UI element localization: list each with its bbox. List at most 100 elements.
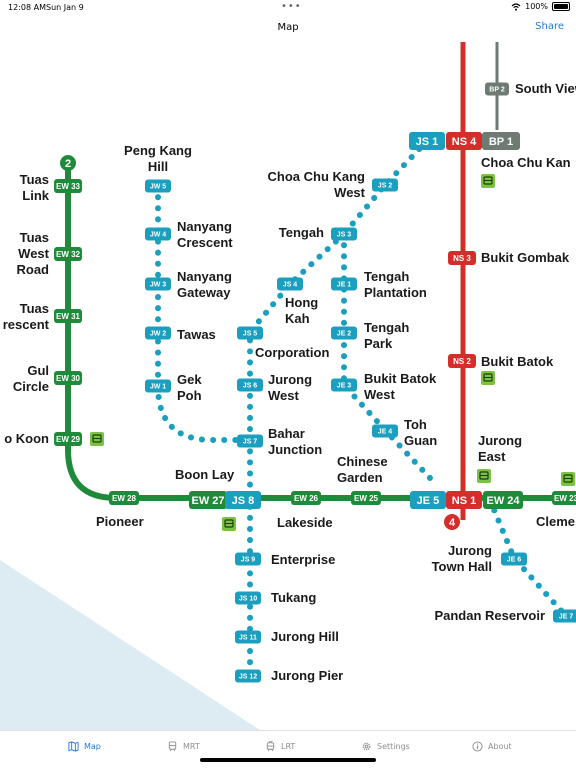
station-label: Jurong: [268, 372, 312, 387]
station-label: Tuas: [20, 230, 49, 245]
station-label: Link: [22, 188, 49, 203]
home-indicator: [200, 758, 376, 762]
station-marker[interactable]: JE 4: [372, 424, 398, 438]
tab-settings[interactable]: Settings: [361, 741, 410, 752]
station-marker[interactable]: JS 11: [235, 630, 261, 644]
tab-label: About: [488, 742, 512, 751]
station-marker[interactable]: JS 12: [235, 669, 261, 683]
station-marker[interactable]: JW 2: [145, 326, 171, 340]
station-marker[interactable]: JS 5: [237, 326, 263, 340]
tab-label: LRT: [281, 742, 296, 751]
station-marker[interactable]: BP 1: [482, 132, 520, 150]
station-marker[interactable]: JS 4: [277, 277, 303, 291]
station-marker[interactable]: JW 3: [145, 277, 171, 291]
info-icon: [472, 741, 483, 752]
station-label: Hong: [285, 295, 318, 310]
water-area: [0, 560, 260, 730]
station-marker[interactable]: JE 2: [331, 326, 357, 340]
station-code: EW 29: [56, 435, 81, 444]
tab-about[interactable]: About: [472, 741, 512, 752]
station-marker[interactable]: EW 29: [54, 432, 82, 446]
station-marker[interactable]: JE 3: [331, 378, 357, 392]
station-marker[interactable]: JS 8: [225, 491, 261, 509]
tab-lrt[interactable]: LRT: [265, 741, 295, 752]
tab-mrt[interactable]: MRT: [167, 741, 200, 752]
station-code: EW 28: [112, 494, 137, 503]
station-label: Poh: [177, 388, 202, 403]
station-code: JS 5: [243, 331, 258, 338]
station-marker[interactable]: EW 31: [54, 309, 82, 323]
navigation-bar: Map Share: [0, 14, 576, 42]
station-marker[interactable]: JS 10: [235, 591, 261, 605]
station-marker[interactable]: EW 28: [109, 491, 139, 505]
station-marker[interactable]: NS 2: [448, 354, 476, 368]
bus-icon: [477, 469, 491, 483]
bus-icon: [90, 432, 104, 446]
station-label: West: [364, 387, 395, 402]
station-marker[interactable]: JE 7: [553, 609, 576, 623]
station-label: Tengah: [364, 320, 409, 335]
station-marker[interactable]: NS 1: [446, 491, 482, 509]
station-marker[interactable]: JE 5: [410, 491, 446, 509]
station-marker[interactable]: EW 33: [54, 179, 82, 193]
station-code: JE 7: [559, 614, 574, 621]
station-marker[interactable]: EW 32: [54, 247, 82, 261]
station-label: Pioneer: [96, 514, 144, 529]
station-label: Plantation: [364, 285, 427, 300]
station-marker[interactable]: JW 5: [145, 179, 171, 193]
station-code: JE 5: [417, 495, 440, 507]
bus-icon: [481, 174, 495, 188]
station-marker[interactable]: BP 2: [485, 82, 509, 96]
station-marker[interactable]: NS 3: [448, 251, 476, 265]
station-marker[interactable]: JS 7: [237, 434, 263, 448]
station-marker[interactable]: EW 30: [54, 371, 82, 385]
station-marker[interactable]: EW 27: [189, 491, 227, 509]
station-code: JW 3: [150, 282, 166, 289]
station-marker[interactable]: EW 25: [351, 491, 381, 505]
station-marker[interactable]: EW 26: [291, 491, 321, 505]
bus-icon: [561, 472, 575, 486]
station-label: rescent: [3, 317, 50, 332]
train-icon: [168, 741, 177, 752]
station-marker[interactable]: JE 6: [501, 552, 527, 566]
station-marker[interactable]: NS 4: [446, 132, 482, 150]
tab-bar: Map MRT LRT Settings About: [0, 730, 576, 769]
station-label: West: [18, 246, 49, 261]
station-code: EW 23: [554, 494, 576, 503]
station-label: Nanyang: [177, 219, 232, 234]
station-code: JS 12: [239, 674, 257, 681]
tab-map[interactable]: Map: [68, 741, 101, 752]
station-code: JS 2: [378, 183, 393, 190]
station-marker[interactable]: JS 3: [331, 227, 357, 241]
mrt-map[interactable]: 2 4 EW 33 EW 32 EW 31 EW 30 EW 29 EW 28 EW 27 J…: [0, 0, 576, 730]
station-code: JS 10: [239, 596, 257, 603]
station-marker[interactable]: JS 1: [409, 132, 445, 150]
station-code: JW 1: [150, 384, 166, 391]
station-code: EW 26: [294, 494, 319, 503]
station-label: Bukit Batok: [364, 371, 437, 386]
station-marker[interactable]: JE 1: [331, 277, 357, 291]
station-code: BP 1: [489, 136, 513, 148]
station-marker[interactable]: EW 24: [483, 491, 523, 509]
station-label: West: [334, 185, 365, 200]
station-code: JE 1: [337, 282, 352, 289]
station-marker[interactable]: JS 6: [237, 378, 263, 392]
share-button[interactable]: Share: [535, 21, 564, 32]
station-marker[interactable]: JS 2: [372, 178, 398, 192]
station-marker[interactable]: EW 23: [552, 491, 576, 505]
station-marker[interactable]: JW 4: [145, 227, 171, 241]
station-code: BP 2: [489, 87, 505, 94]
station-marker[interactable]: JW 1: [145, 379, 171, 393]
station-code: JE 3: [337, 383, 352, 390]
station-label: Gek: [177, 372, 202, 387]
station-label: Bahar: [268, 426, 305, 441]
station-code: JS 6: [243, 383, 258, 390]
station-label: Enterprise: [271, 552, 335, 567]
station-code: JS 8: [232, 495, 255, 507]
station-code: EW 32: [56, 250, 81, 259]
station-marker[interactable]: JS 9: [235, 552, 261, 566]
station-code: JS 9: [241, 557, 256, 564]
station-code: JE 2: [337, 331, 352, 338]
map-icon: [68, 741, 79, 752]
station-code: EW 30: [56, 374, 81, 383]
